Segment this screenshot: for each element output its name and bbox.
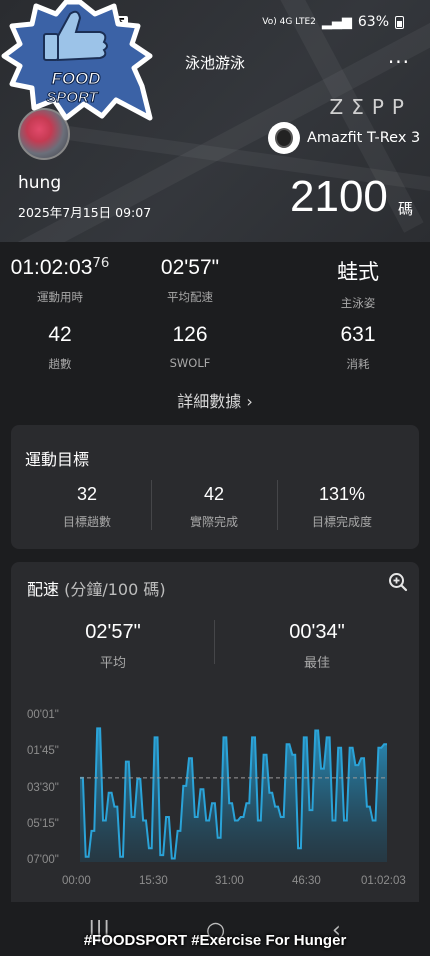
x-tick-label: 46:30: [292, 875, 321, 887]
pace-chart[interactable]: [0, 0, 430, 956]
hashtag-overlay: #FOODSPORT #Exercise For Hunger: [83, 932, 347, 949]
x-tick-label: 00:00: [62, 875, 91, 887]
x-tick-label: 15:30: [139, 875, 168, 887]
x-tick-label: 01:02:03: [361, 875, 406, 887]
x-tick-label: 31:00: [215, 875, 244, 887]
